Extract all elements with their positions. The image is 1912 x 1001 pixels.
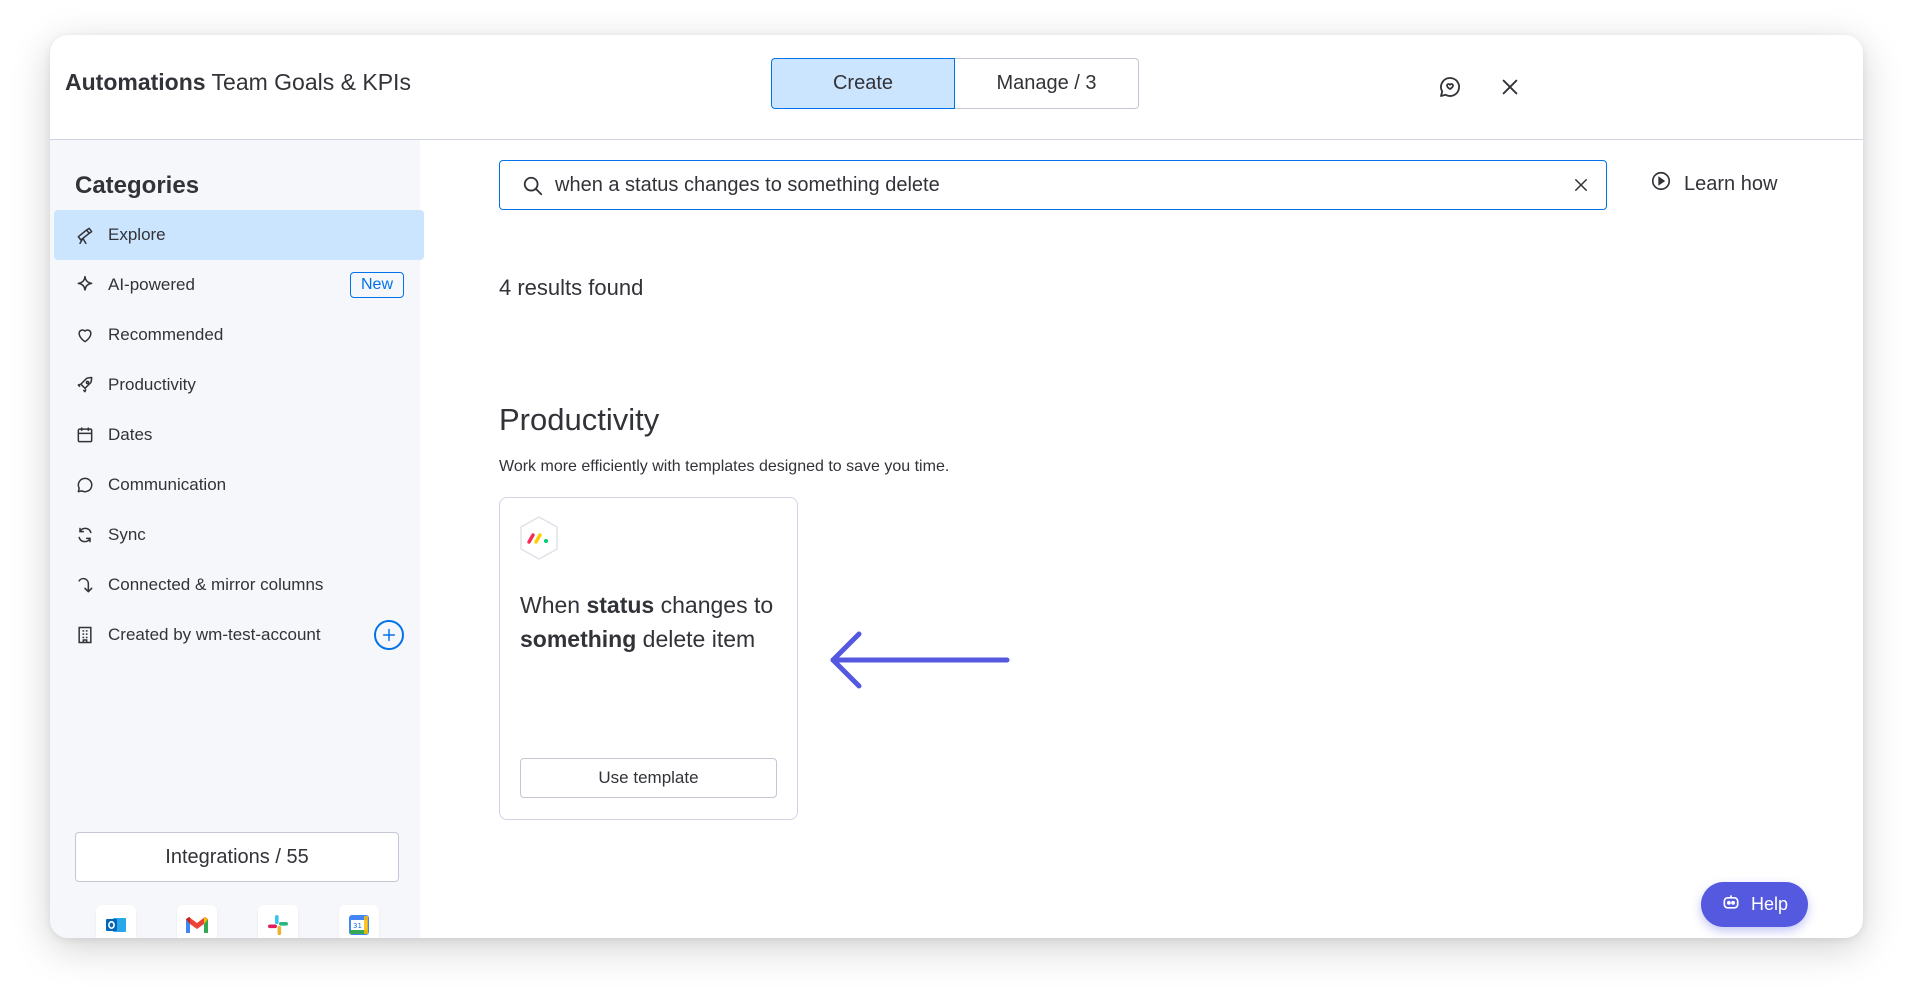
svg-text:31: 31 — [353, 922, 362, 930]
clear-search-icon[interactable] — [1572, 176, 1590, 199]
integrations-button[interactable]: Integrations / 55 — [75, 832, 399, 882]
section-subtitle: Work more efficiently with templates des… — [499, 458, 950, 475]
monday-logo-icon — [518, 515, 560, 566]
sidebar-item-label: Dates — [108, 425, 153, 444]
sidebar-item-ai-powered[interactable]: AI-powered New — [54, 260, 424, 310]
sidebar-item-label: Sync — [108, 525, 146, 544]
sidebar-item-connected-mirror[interactable]: Connected & mirror columns — [54, 560, 424, 610]
feedback-icon[interactable] — [1432, 69, 1468, 105]
main-content: Learn how 4 results found Productivity W… — [420, 140, 1863, 938]
rocket-icon — [74, 374, 96, 396]
sidebar-item-label: AI-powered — [108, 275, 195, 294]
categories-sidebar: Categories Explore AI-powered New Recomm… — [50, 140, 424, 938]
sync-icon — [74, 524, 96, 546]
outlook-icon[interactable] — [95, 905, 136, 938]
sidebar-item-sync[interactable]: Sync — [54, 510, 424, 560]
section-title: Productivity — [499, 402, 660, 437]
search-box — [499, 160, 1607, 210]
tab-create[interactable]: Create — [771, 58, 955, 109]
gmail-icon[interactable] — [176, 905, 217, 938]
categories-title: Categories — [75, 172, 200, 199]
chat-bubble-icon — [74, 474, 96, 496]
sidebar-item-communication[interactable]: Communication — [54, 460, 424, 510]
results-count: 4 results found — [499, 275, 644, 300]
sidebar-item-label: Explore — [108, 225, 166, 244]
sparkle-icon — [74, 274, 96, 296]
sidebar-item-recommended[interactable]: Recommended — [54, 310, 424, 360]
learn-how-label: Learn how — [1684, 172, 1778, 195]
telescope-icon — [74, 224, 96, 246]
new-badge: New — [349, 272, 404, 298]
tab-manage[interactable]: Manage / 3 — [955, 58, 1139, 109]
help-button[interactable]: Help — [1701, 882, 1808, 927]
modal-header: Automations Team Goals & KPIs Create Man… — [50, 35, 1863, 140]
tab-group: Create Manage / 3 — [771, 58, 1139, 109]
sidebar-item-label: Communication — [108, 475, 227, 494]
use-template-button[interactable]: Use template — [520, 758, 777, 798]
sidebar-item-label: Recommended — [108, 325, 224, 344]
integration-apps: 31 — [75, 905, 399, 938]
search-input[interactable] — [555, 169, 1555, 201]
learn-how-button[interactable]: Learn how — [1650, 170, 1777, 198]
automations-modal: Automations Team Goals & KPIs Create Man… — [50, 35, 1863, 938]
building-icon — [74, 624, 96, 646]
sidebar-item-created-by[interactable]: Created by wm-test-account — [54, 610, 424, 660]
title-board: Team Goals & KPIs — [205, 69, 411, 95]
sidebar-item-label: Productivity — [108, 375, 196, 394]
category-list: Explore AI-powered New Recommended Produ… — [54, 210, 424, 660]
title-bold: Automations — [65, 69, 206, 95]
template-description: When status changes to something delete … — [520, 592, 774, 652]
google-calendar-icon[interactable]: 31 — [338, 905, 379, 938]
search-icon — [522, 175, 544, 202]
connect-icon — [74, 574, 96, 596]
template-card[interactable]: When status changes to something delete … — [499, 497, 798, 820]
sidebar-item-dates[interactable]: Dates — [54, 410, 424, 460]
sidebar-item-productivity[interactable]: Productivity — [54, 360, 424, 410]
sidebar-item-label: Created by wm-test-account — [108, 625, 321, 644]
slack-icon[interactable] — [257, 905, 298, 938]
calendar-icon — [74, 424, 96, 446]
add-category-button[interactable] — [374, 620, 404, 650]
sidebar-item-explore[interactable]: Explore — [54, 210, 424, 260]
help-label: Help — [1750, 894, 1789, 914]
close-icon[interactable] — [1492, 69, 1528, 105]
heart-icon — [74, 324, 96, 346]
page-title: Automations Team Goals & KPIs — [65, 69, 411, 96]
sidebar-item-label: Connected & mirror columns — [108, 575, 324, 594]
pointer-arrow-icon — [825, 625, 1015, 700]
play-circle-icon — [1650, 170, 1672, 198]
robot-icon — [1721, 892, 1741, 917]
